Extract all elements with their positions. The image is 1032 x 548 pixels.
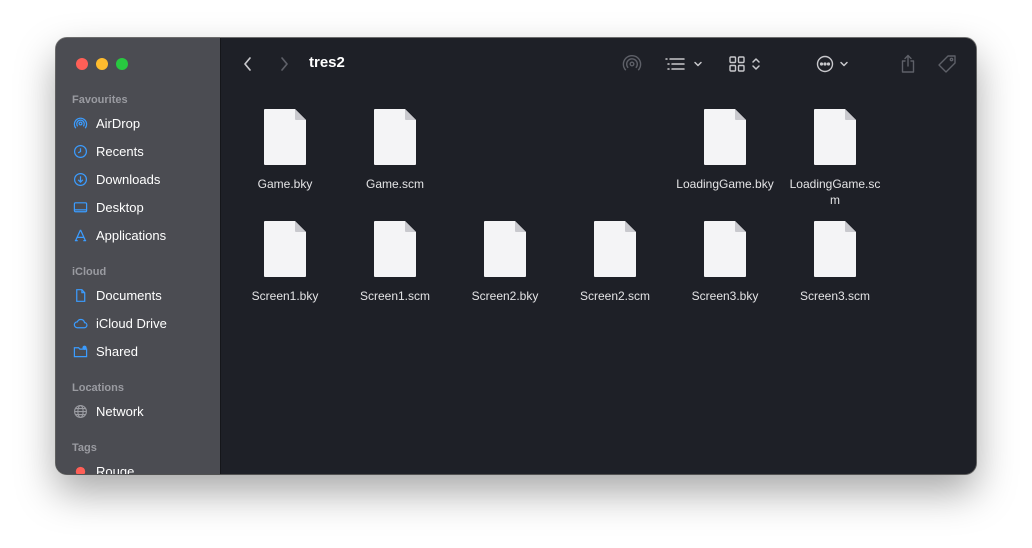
document-file-icon bbox=[704, 109, 746, 165]
file-item[interactable]: Screen2.bky bbox=[450, 220, 560, 304]
file-name: Screen2.bky bbox=[471, 289, 539, 303]
file-name: Screen1.scm bbox=[359, 289, 431, 303]
sidebar-section-tags: Tags bbox=[72, 442, 97, 454]
tag-icon bbox=[938, 55, 956, 73]
sidebar-item-recents[interactable]: Recents bbox=[72, 140, 212, 162]
sidebar-item-label: iCloud Drive bbox=[96, 315, 167, 331]
window-title: tres2 bbox=[309, 54, 345, 71]
minimize-window-button[interactable] bbox=[96, 58, 108, 70]
sidebar-item-label: Downloads bbox=[96, 171, 161, 187]
document-file-icon bbox=[374, 109, 416, 165]
document-file-icon bbox=[814, 221, 856, 277]
grid-view-icon bbox=[729, 56, 745, 72]
tag-dot-icon bbox=[72, 463, 88, 474]
sidebar-item-label: Recents bbox=[96, 143, 144, 159]
document-file-icon bbox=[374, 221, 416, 277]
document-icon bbox=[72, 287, 88, 303]
document-file-icon bbox=[814, 109, 856, 165]
file-item[interactable]: Screen1.scm bbox=[340, 220, 450, 304]
file-item[interactable]: LoadingGame.bky bbox=[670, 108, 780, 192]
cloud-icon bbox=[72, 315, 88, 331]
sidebar-item-label: AirDrop bbox=[96, 115, 141, 131]
file-item[interactable]: Game.scm bbox=[340, 108, 450, 192]
back-icon bbox=[244, 57, 251, 71]
sidebar-item-label: Applications bbox=[96, 227, 167, 243]
more-actions-button[interactable] bbox=[813, 52, 851, 76]
clock-icon bbox=[72, 143, 88, 159]
sidebar-item-downloads[interactable]: Downloads bbox=[72, 168, 212, 190]
close-window-button[interactable] bbox=[76, 58, 88, 70]
file-item[interactable]: Screen3.bky bbox=[670, 220, 780, 304]
chevron-down-icon bbox=[839, 61, 848, 67]
document-file-icon bbox=[484, 221, 526, 277]
file-item[interactable]: Screen3.scm bbox=[780, 220, 890, 304]
sidebar-item-icloud-drive[interactable]: iCloud Drive bbox=[72, 312, 212, 334]
desktop-icon bbox=[72, 199, 88, 215]
file-name: Screen3.scm bbox=[799, 289, 871, 303]
more-actions-icon bbox=[816, 55, 833, 73]
sidebar-section-favourites: Favourites bbox=[72, 94, 128, 106]
applications-icon bbox=[72, 227, 88, 243]
tag-button[interactable] bbox=[935, 52, 959, 76]
chevron-down-icon bbox=[694, 61, 702, 67]
sidebar-item-network[interactable]: Network bbox=[72, 400, 212, 422]
file-item[interactable]: Screen2.scm bbox=[560, 220, 670, 304]
finder-window: Favourites AirDrop Recents Downloads Des… bbox=[56, 38, 976, 474]
file-name: Game.bky bbox=[257, 177, 313, 191]
file-item[interactable]: Game.bky bbox=[230, 108, 340, 192]
file-browser-content: tres2 Game.bky Game.scm LoadingGame.bky … bbox=[221, 38, 976, 474]
document-file-icon bbox=[704, 221, 746, 277]
chevron-updown-icon bbox=[752, 58, 760, 70]
sidebar-item-documents[interactable]: Documents bbox=[72, 284, 212, 306]
sidebar-item-applications[interactable]: Applications bbox=[72, 224, 212, 246]
file-name: Screen2.scm bbox=[579, 289, 651, 303]
file-item[interactable]: LoadingGame.scm bbox=[780, 108, 890, 208]
list-view-button[interactable] bbox=[663, 52, 705, 76]
file-item[interactable]: Screen1.bky bbox=[230, 220, 340, 304]
sidebar-item-label: Documents bbox=[96, 287, 162, 303]
share-icon bbox=[901, 54, 915, 73]
sidebar-item-label: Rouge bbox=[96, 463, 135, 475]
forward-icon bbox=[281, 57, 288, 71]
document-file-icon bbox=[594, 221, 636, 277]
airdrop-icon bbox=[72, 115, 88, 131]
sidebar-section-locations: Locations bbox=[72, 382, 124, 394]
shared-folder-icon bbox=[72, 343, 88, 359]
airdrop-toolbar-button[interactable] bbox=[620, 52, 644, 76]
file-name: Game.scm bbox=[365, 177, 424, 191]
forward-button[interactable] bbox=[273, 52, 295, 76]
sidebar-item-label: Network bbox=[96, 403, 144, 419]
sidebar-item-label: Desktop bbox=[96, 199, 144, 215]
share-button[interactable] bbox=[896, 52, 920, 76]
back-button[interactable] bbox=[237, 52, 259, 76]
airdrop-icon bbox=[622, 55, 642, 71]
file-name: Screen3.bky bbox=[691, 289, 759, 303]
globe-icon bbox=[72, 403, 88, 419]
zoom-window-button[interactable] bbox=[116, 58, 128, 70]
list-view-icon bbox=[665, 58, 685, 70]
sidebar-item-tag-rouge[interactable]: Rouge bbox=[72, 460, 212, 474]
document-file-icon bbox=[264, 221, 306, 277]
grid-view-button[interactable] bbox=[726, 52, 764, 76]
download-icon bbox=[72, 171, 88, 187]
file-name: LoadingGame.bky bbox=[676, 177, 774, 191]
sidebar-item-shared[interactable]: Shared bbox=[72, 340, 212, 362]
sidebar: Favourites AirDrop Recents Downloads Des… bbox=[56, 38, 221, 474]
sidebar-section-icloud: iCloud bbox=[72, 266, 107, 278]
sidebar-item-label: Shared bbox=[96, 343, 138, 359]
sidebar-item-desktop[interactable]: Desktop bbox=[72, 196, 212, 218]
sidebar-item-airdrop[interactable]: AirDrop bbox=[72, 112, 212, 134]
file-name: LoadingGame.scm bbox=[789, 177, 881, 207]
document-file-icon bbox=[264, 109, 306, 165]
file-name: Screen1.bky bbox=[251, 289, 319, 303]
